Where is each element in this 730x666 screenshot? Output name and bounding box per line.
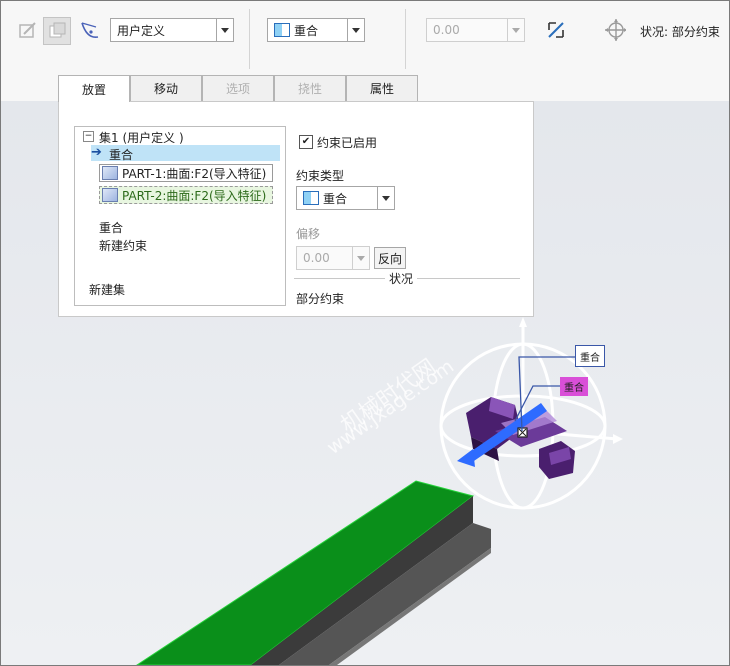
offset-label: 偏移 [296,227,321,241]
status-value: 部分约束 [296,292,345,306]
reference-part2[interactable]: PART-2:曲面:F2(导入特征) [99,186,273,204]
toolbar-separator [249,9,250,69]
tab-label: 挠性 [297,82,322,96]
chevron-down-icon[interactable] [377,187,394,209]
constraint-enabled-label: 约束已启用 [317,136,378,150]
constraint-tag-1[interactable]: 重合 [575,345,605,367]
coincident-icon [303,191,319,205]
panel-offset-value: 0.00 [303,251,330,265]
constraint-type-value: 重合 [294,23,319,38]
constraint-set-type-dropdown[interactable]: 用户定义 [110,18,234,42]
user-defined-set-icon [79,19,101,41]
tab-flexibility[interactable]: 挠性 [274,75,346,101]
chevron-down-icon[interactable] [216,19,233,41]
new-set-item[interactable]: 新建集 [89,281,125,298]
show-component-window-icon[interactable] [43,17,71,45]
dashboard-toolbar: 用户定义 重合 0.00 状况: 部分约束 [1,1,729,73]
status-text: 状况: 部分约束 [640,25,720,39]
tab-label: 选项 [225,82,250,96]
constraint-tag-2[interactable]: 重合 [560,377,588,396]
reference-part1[interactable]: PART-1:曲面:F2(导入特征) [99,164,273,182]
constraint-type-label: 约束类型 [296,169,345,183]
chevron-down-icon[interactable] [507,19,524,41]
collapse-toggle[interactable]: − [83,131,94,142]
chevron-down-icon[interactable] [352,247,369,269]
status-heading: 状况 [385,270,418,287]
selected-constraint-row[interactable]: ➔ 重合 [91,145,280,162]
offset-value: 0.00 [433,23,460,37]
tab-label: 属性 [369,82,394,96]
flip-button[interactable]: 反向 [374,247,406,269]
placement-edit-icon[interactable] [17,19,39,41]
reference-label: PART-2:曲面:F2(导入特征) [122,188,267,203]
move-component-icon[interactable] [604,19,626,41]
constraint-type-dropdown[interactable]: 重合 [267,18,365,42]
chevron-down-icon[interactable] [347,19,364,41]
constraint-tree: − 集1 (用户定义 ) ➔ 重合 PART-1:曲面:F2(导入特征) PAR… [74,126,286,306]
constraint-enabled-checkbox[interactable]: ✔ [299,135,313,149]
toolbar-separator [405,9,406,69]
constraint-set-type-value: 用户定义 [117,23,166,38]
constraint-set-label[interactable]: 集1 (用户定义 ) [99,129,184,146]
flip-direction-icon[interactable] [545,19,567,41]
app-window: 用户定义 重合 0.00 状况: 部分约束 放置 移动 选项 挠性 属性 重合 … [0,0,730,666]
coincident-icon [274,23,290,37]
tab-properties[interactable]: 属性 [346,75,418,101]
offset-dropdown[interactable]: 0.00 [426,18,525,42]
panel-constraint-type-dropdown[interactable]: 重合 [296,186,395,210]
tab-label: 移动 [153,82,178,96]
surface-icon [102,188,118,202]
tab-move[interactable]: 移动 [130,75,202,101]
surface-icon [102,166,118,180]
panel-constraint-type-value: 重合 [323,191,348,206]
placement-panel: − 集1 (用户定义 ) ➔ 重合 PART-1:曲面:F2(导入特征) PAR… [58,101,534,317]
tab-placement[interactable]: 放置 [58,75,130,102]
tab-options[interactable]: 选项 [202,75,274,101]
arrow-right-icon: ➔ [91,145,102,160]
reference-label: PART-1:曲面:F2(导入特征) [122,166,267,181]
selected-constraint-label: 重合 [109,148,134,162]
new-constraint-item[interactable]: 新建约束 [99,237,147,254]
tab-label: 放置 [81,82,106,97]
constraint-item[interactable]: 重合 [99,219,123,236]
panel-offset-dropdown[interactable]: 0.00 [296,246,370,270]
